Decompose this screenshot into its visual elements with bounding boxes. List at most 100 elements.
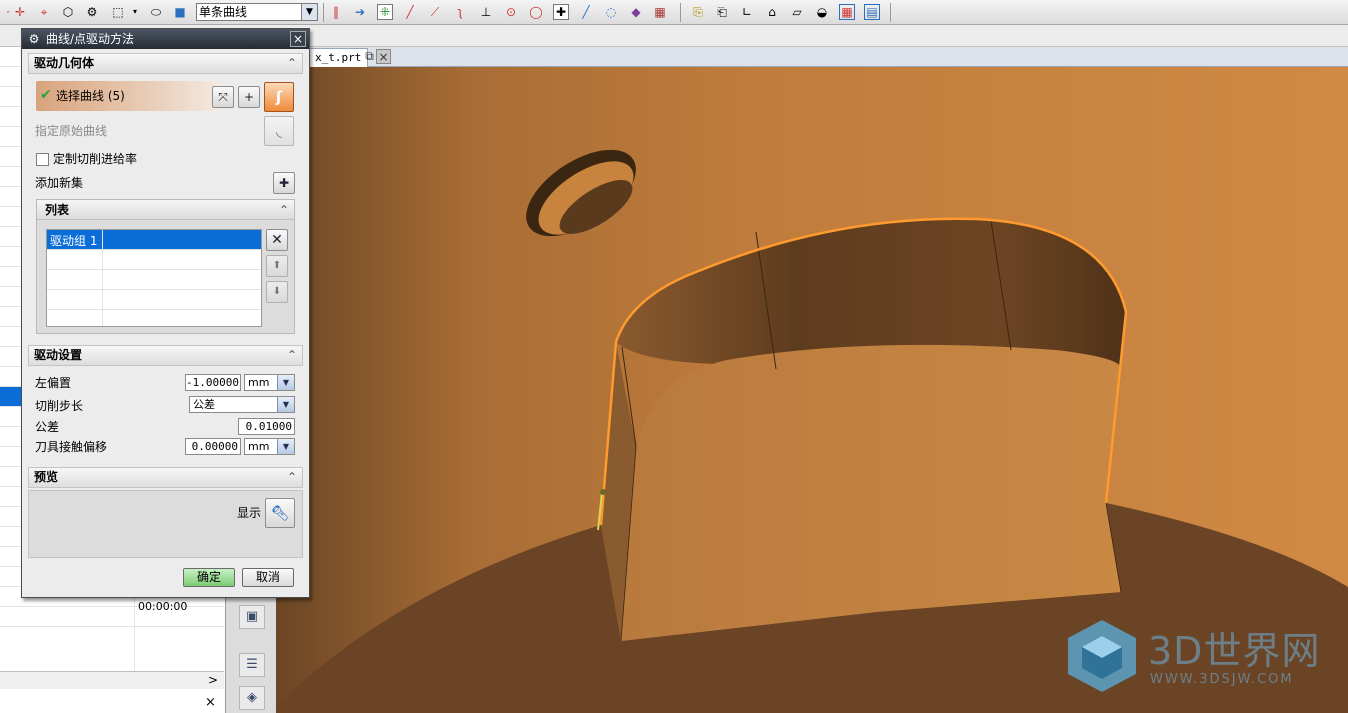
cut-step-label: 切削步长 [35,399,84,413]
tab-shape-icon[interactable]: ⌂ [764,4,780,20]
layers-icon[interactable]: ◈ [239,686,265,710]
flashlight-icon[interactable]: 🔦︎ [265,498,295,528]
point-constructor-icon[interactable]: + [238,86,260,108]
line-icon[interactable]: ╱ [402,4,418,20]
close-tab-icon[interactable]: × [376,49,391,64]
pen-icon[interactable]: ╱ [578,4,594,20]
center-icon[interactable]: ◯ [528,4,544,20]
cut-step-dropdown[interactable]: 公差 ▼ [189,396,295,413]
drive-group-list[interactable]: 驱动组 1 [46,229,262,327]
face-icon[interactable]: ⬡ [60,4,76,20]
check-icon: ✔ [40,87,52,103]
point-icon[interactable]: ✛ [12,4,28,20]
chevron-down-icon: ▼ [277,439,294,454]
dialog-title-bar[interactable]: ⚙ 曲线/点驱动方法 × [22,29,309,49]
grid-icon[interactable]: ⁜ [377,4,393,20]
restore-icon[interactable]: ⧉ [362,49,377,64]
curve-point-drive-dialog: ⚙ 曲线/点驱动方法 × 驱动几何体 ⌃ ✔ 选择曲线 (5) ⤧ + ʃ 指定… [21,28,310,598]
selection-filter-dropdown[interactable]: 单条曲线 ▼ [196,3,318,21]
doc-icon[interactable]: ⎗ [714,4,730,20]
collapse-icon[interactable]: ⌃ [287,346,297,365]
plane-icon[interactable]: ▱ [789,4,805,20]
cube-icon[interactable]: ■ [172,4,188,20]
cut-step-value: 公差 [193,398,215,411]
move-down-icon: ⬇ [266,281,288,303]
left-offset-unit-dropdown[interactable]: mm ▼ [244,374,295,391]
watermark-url: WWW.3DSJW.COM [1150,672,1294,687]
section-title: 驱动几何体 [34,56,95,70]
corner-icon[interactable]: ∟ [739,4,755,20]
contact-offset-input[interactable]: 0.00000 [185,438,241,455]
left-offset-label: 左偏置 [35,376,72,390]
line-end-icon[interactable]: ⟋ [427,4,443,20]
list-header[interactable]: 列表 ⌃ [37,200,294,220]
grid-table-icon[interactable]: ▤ [864,4,880,20]
section-drive-geometry[interactable]: 驱动几何体 ⌃ [28,53,303,74]
tolerance-input[interactable]: 0.01000 [238,418,295,435]
dropdown-arrow-icon[interactable]: ▾ [127,4,143,20]
cancel-button[interactable]: 取消 [242,568,294,587]
collapse-icon[interactable]: ⌃ [279,200,289,220]
view-icon[interactable]: ⬭ [148,4,164,20]
custom-feed-checkbox[interactable] [36,153,49,166]
layer-icon[interactable]: ◆ [628,4,644,20]
section-drive-settings[interactable]: 驱动设置 ⌃ [28,345,303,366]
book-icon[interactable]: ▦ [652,4,668,20]
dialog-title: 曲线/点驱动方法 [46,32,135,46]
cross-icon[interactable]: ✚ [553,4,569,20]
preview-group: 显示 🔦︎ [28,490,303,558]
section-preview[interactable]: 预览 ⌃ [28,467,303,488]
list-row-empty [47,250,261,270]
chevron-down-icon: ▼ [277,397,294,412]
gear-icon[interactable]: ⚙ [27,32,41,46]
table-icon[interactable]: ▦ [839,4,855,20]
horizontal-scrollbar[interactable]: > [0,671,224,689]
unit-value: mm [248,440,270,453]
tangent-icon[interactable]: ⊥ [478,4,494,20]
contact-offset-label: 刀具接触偏移 [35,440,108,454]
ok-button[interactable]: 确定 [183,568,235,587]
point-set-icon[interactable]: ◌ [603,4,619,20]
cube-logo-icon [1068,620,1136,692]
body-icon[interactable]: ⚙ [84,4,100,20]
list-view-icon[interactable]: ☰ [239,653,265,677]
history-icon[interactable]: ▣ [239,605,265,629]
box-select-icon[interactable]: ⬚ [110,4,126,20]
select-curve-label: 选择曲线 (5) [56,89,125,103]
part-file-tab[interactable]: x_t.prt [308,48,369,67]
curve-icon[interactable]: ʅ [452,4,468,20]
collapse-icon[interactable]: ⌃ [287,468,297,487]
delete-icon[interactable]: ✕ [266,229,288,251]
close-icon[interactable]: × [290,31,306,47]
curve-rule-icon[interactable]: ⤧ [212,86,234,108]
arrow-icon[interactable]: ➔ [352,4,368,20]
original-curve-icon: ◟ [264,116,294,146]
sketch-icon[interactable]: ⎘ [690,4,706,20]
curve-select-icon[interactable]: ʃ [264,82,294,112]
move-up-icon: ⬆ [266,255,288,277]
left-offset-input[interactable]: -1.00000 [185,374,241,391]
list-title: 列表 [45,203,70,217]
tolerance-label: 公差 [35,420,60,434]
navigator-row[interactable] [0,607,224,627]
scroll-right-icon[interactable]: > [208,673,218,687]
graphics-window[interactable]: x_t.prt ⧉ × [276,47,1348,713]
list-item[interactable]: 驱动组 1 [47,230,261,250]
time-value: 00:00:00 [138,600,188,613]
collapse-icon[interactable]: ⌃ [287,54,297,73]
add-set-icon[interactable]: ✚ [273,172,295,194]
list-row-empty [47,290,261,310]
select-curve-row[interactable]: ✔ 选择曲线 (5) [36,81,223,111]
watermark-logo: 3D世界网 WWW.3DSJW.COM [1062,616,1342,696]
start-point-dot [600,489,606,495]
contact-offset-unit-dropdown[interactable]: mm ▼ [244,438,295,455]
circle-icon[interactable]: ⊙ [503,4,519,20]
solid-icon[interactable]: ◒ [814,4,830,20]
part-file-name: x_t.prt [315,51,362,64]
selection-filter-value: 单条曲线 [199,5,248,19]
close-icon[interactable]: × [205,695,216,710]
parallel-icon[interactable]: ‖ [328,4,344,20]
watermark-brand: 3D世界网 [1148,629,1321,673]
column-divider [134,587,135,671]
curve-point-icon[interactable]: ⌖ [36,4,52,20]
